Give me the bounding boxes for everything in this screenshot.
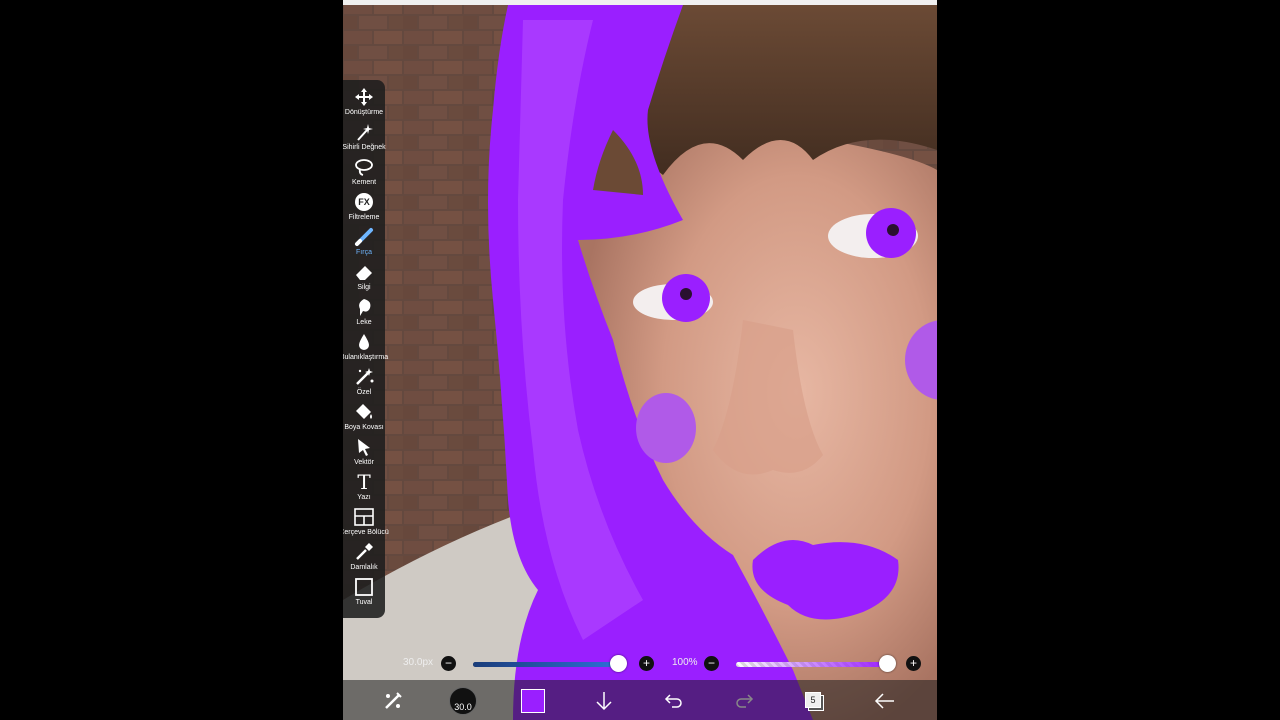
layers-button[interactable]: 5 — [799, 686, 829, 716]
tool-brush[interactable]: Fırça — [343, 226, 385, 261]
tool-canvas[interactable]: Tuval — [343, 576, 385, 611]
pupil-right — [887, 224, 899, 236]
color-button[interactable] — [518, 686, 548, 716]
brush-icon — [353, 226, 375, 248]
opacity-increase-button[interactable]: + — [906, 656, 921, 671]
tool-filter[interactable]: FX Filtreleme — [343, 191, 385, 226]
opacity-decrease-button[interactable]: − — [704, 656, 719, 671]
cheek-left — [636, 393, 696, 463]
back-button[interactable] — [870, 686, 900, 716]
lasso-icon — [353, 156, 375, 178]
tool-magic-wand[interactable]: Sihirli Değnek — [343, 121, 386, 156]
brush-settings-icon — [385, 692, 402, 709]
layers-icon: 5 — [804, 691, 824, 711]
text-icon: T — [353, 471, 375, 493]
size-increase-button[interactable]: + — [639, 656, 654, 671]
tool-paint-bucket[interactable]: Boya Kovası — [343, 401, 385, 436]
brush-settings-button[interactable] — [378, 686, 408, 716]
pupil-left — [680, 288, 692, 300]
opacity-slider-knob[interactable] — [879, 655, 896, 672]
frame-divider-icon — [353, 506, 375, 528]
tool-transform[interactable]: Dönüştürme — [343, 86, 385, 121]
fx-glyph: FX — [355, 193, 373, 211]
redo-icon — [736, 694, 754, 708]
letterbox-right — [937, 0, 1280, 720]
magic-wand-icon — [353, 121, 375, 143]
tool-blur[interactable]: Bulanıklaştırma — [343, 331, 389, 366]
tool-label: Çerçeve Bölücü — [343, 529, 389, 536]
tool-label: Boya Kovası — [344, 424, 384, 431]
tool-palette: Dönüştürme Sihirli Değnek Kement FX Filt… — [343, 80, 389, 618]
brush-size-badge: 30.0 — [449, 687, 477, 715]
tool-smudge[interactable]: Leke — [343, 296, 385, 331]
redo-button[interactable] — [729, 686, 759, 716]
canvas-icon — [353, 576, 375, 598]
tool-eraser[interactable]: Silgi — [343, 261, 385, 296]
current-color-swatch — [521, 689, 545, 713]
tool-label: Yazı — [357, 494, 371, 501]
tool-vector[interactable]: Vektör — [343, 436, 385, 471]
opacity-slider-track[interactable] — [736, 662, 888, 667]
tool-label: Fırça — [356, 249, 372, 256]
undo-button[interactable] — [659, 686, 689, 716]
tool-label: Damlalık — [350, 564, 378, 571]
size-slider-track[interactable] — [473, 662, 619, 667]
tool-special[interactable]: Özel — [343, 366, 385, 401]
opacity-value: 100% — [672, 657, 698, 668]
brush-sliders: 30.0px − + 100% − + — [343, 652, 937, 676]
smudge-icon — [353, 296, 375, 318]
top-strip — [343, 0, 937, 5]
tool-label: Silgi — [357, 284, 371, 291]
tool-eyedropper[interactable]: Damlalık — [343, 541, 385, 576]
size-slider-knob[interactable] — [610, 655, 627, 672]
tool-label: Tuval — [355, 599, 373, 606]
size-slider-fill — [473, 662, 619, 667]
layer-count: 5 — [805, 692, 821, 708]
tool-lasso[interactable]: Kement — [343, 156, 385, 191]
tool-text[interactable]: T Yazı — [343, 471, 385, 506]
tool-label: Bulanıklaştırma — [343, 354, 389, 361]
tool-label: Vektör — [354, 459, 374, 466]
move-icon — [353, 86, 375, 108]
blur-icon — [353, 331, 375, 353]
undo-icon — [664, 694, 682, 708]
tool-label: Özel — [356, 389, 372, 396]
tool-label: Dönüştürme — [344, 109, 384, 116]
opacity-slider-fill — [736, 662, 888, 667]
eraser-icon — [353, 261, 375, 283]
tool-label: Sihirli Değnek — [343, 144, 386, 151]
bottom-toolbar: 30.0 5 — [343, 680, 937, 720]
arrow-left-icon — [874, 693, 894, 709]
tool-frame-divider[interactable]: Çerçeve Bölücü — [343, 506, 389, 541]
drawing-canvas[interactable] — [343, 0, 937, 720]
paint-bucket-icon — [353, 401, 375, 423]
letterbox-left — [0, 0, 343, 720]
fx-icon: FX — [353, 191, 375, 213]
size-decrease-button[interactable]: − — [441, 656, 456, 671]
brush-size-value: 30.0px — [403, 657, 434, 668]
eyedropper-icon — [353, 541, 375, 563]
vector-icon — [353, 436, 375, 458]
tool-label: Filtreleme — [348, 214, 380, 221]
tool-label: Leke — [356, 319, 372, 326]
special-icon — [353, 366, 375, 388]
download-button[interactable] — [589, 686, 619, 716]
arrow-down-icon — [596, 692, 612, 711]
brush-size-button[interactable]: 30.0 — [448, 686, 478, 716]
text-glyph: T — [357, 470, 371, 494]
drawing-app: Dönüştürme Sihirli Değnek Kement FX Filt… — [343, 0, 937, 720]
tool-label: Kement — [351, 179, 377, 186]
